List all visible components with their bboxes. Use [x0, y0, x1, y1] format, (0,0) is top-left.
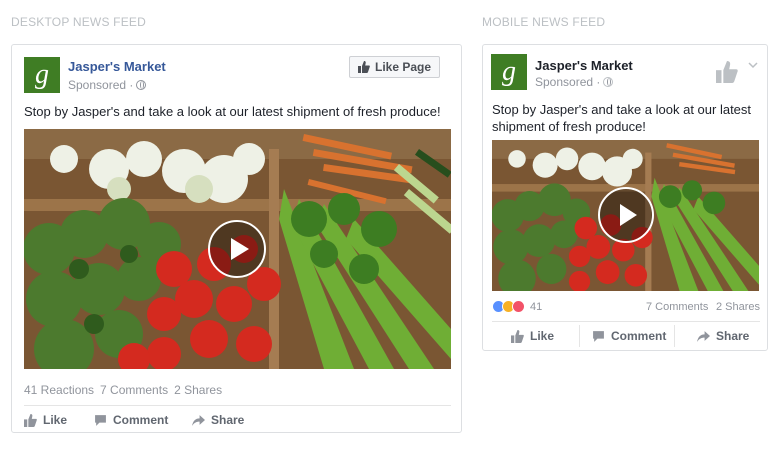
comment-label: Comment: [611, 329, 667, 343]
share-label: Share: [716, 329, 750, 343]
reactions-count[interactable]: 41 Reactions: [24, 383, 94, 397]
globe-icon: [603, 77, 614, 87]
thumbs-up-icon: [511, 329, 524, 343]
comment-button[interactable]: Comment: [94, 413, 168, 427]
share-label: Share: [211, 413, 245, 427]
jaspers-market-logo-icon: g: [35, 59, 49, 90]
sponsored-label: Sponsored ·: [535, 75, 614, 89]
action-separator: [579, 325, 580, 347]
actions-divider: [492, 321, 760, 322]
share-icon: [192, 414, 205, 426]
desktop-section-label: DESKTOP NEWS FEED: [11, 15, 146, 29]
post-text: Stop by Jasper's and take a look at our …: [492, 102, 752, 134]
thumbs-up-icon: [24, 413, 37, 427]
produce-video[interactable]: [24, 129, 451, 369]
like-button[interactable]: Like: [24, 413, 67, 427]
post-stats: 41 Reactions 7 Comments 2 Shares: [24, 383, 222, 397]
thumbs-up-icon: [358, 61, 370, 73]
page-avatar[interactable]: g: [491, 54, 527, 90]
like-button[interactable]: Like: [511, 329, 554, 343]
comments-count[interactable]: 7 Comments: [100, 383, 168, 397]
play-button[interactable]: [598, 187, 654, 243]
sponsored-text: Sponsored ·: [68, 78, 134, 92]
globe-icon: [136, 80, 147, 90]
shares-count[interactable]: 2 Shares: [716, 301, 760, 313]
comment-icon: [95, 414, 106, 426]
reaction-count: 41: [530, 300, 543, 313]
thumbs-up-icon[interactable]: [716, 61, 738, 83]
comments-count[interactable]: 7 Comments: [646, 301, 708, 313]
action-separator: [674, 325, 675, 347]
post-text: Stop by Jasper's and take a look at our …: [24, 104, 441, 119]
mobile-section-label: MOBILE NEWS FEED: [482, 15, 606, 29]
like-label: Like: [530, 329, 555, 343]
desktop-post-card: g Jasper's Market Sponsored · Like Page …: [11, 44, 462, 433]
chevron-down-icon[interactable]: [748, 62, 758, 69]
share-icon: [697, 330, 710, 342]
page-name-link[interactable]: Jasper's Market: [68, 59, 166, 74]
comment-label: Comment: [113, 413, 169, 427]
play-icon: [230, 238, 249, 260]
comment-icon: [593, 330, 604, 342]
actions-divider: [24, 405, 451, 406]
love-reaction-icon: [512, 300, 525, 313]
play-icon: [620, 204, 637, 226]
like-page-button[interactable]: Like Page: [349, 56, 441, 78]
share-button[interactable]: Share: [192, 413, 244, 427]
sponsored-label: Sponsored ·: [68, 78, 147, 92]
like-page-label: Like Page: [375, 60, 432, 74]
produce-video[interactable]: [492, 140, 759, 291]
play-button[interactable]: [208, 220, 266, 278]
shares-count[interactable]: 2 Shares: [174, 383, 222, 397]
page-avatar[interactable]: g: [24, 57, 60, 93]
sponsored-text: Sponsored ·: [535, 75, 601, 89]
mobile-post-card: g Jasper's Market Sponsored · Stop by Ja…: [482, 44, 768, 351]
like-label: Like: [43, 413, 68, 427]
reactions-summary[interactable]: 41: [492, 300, 542, 313]
jaspers-market-logo-icon: g: [502, 56, 516, 87]
share-button[interactable]: Share: [697, 329, 749, 343]
page-name-link[interactable]: Jasper's Market: [535, 58, 633, 73]
comment-button[interactable]: Comment: [592, 329, 666, 343]
